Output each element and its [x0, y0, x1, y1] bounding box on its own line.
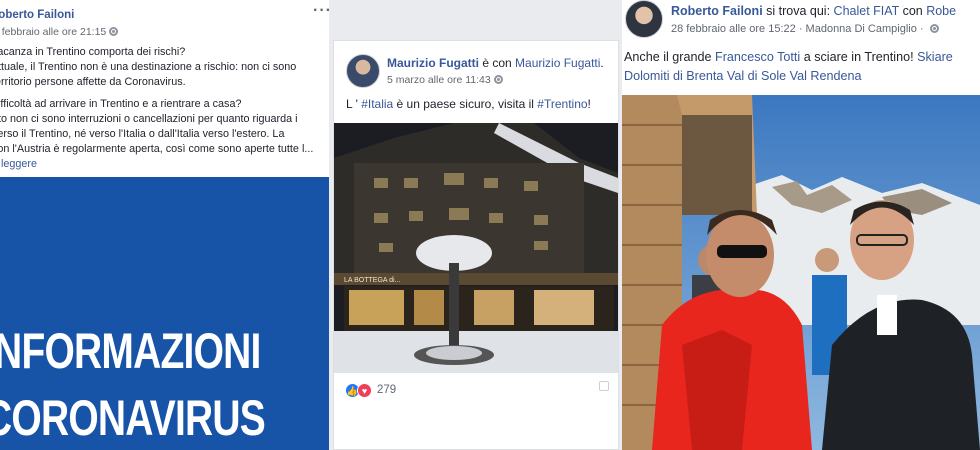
timestamp-text[interactable]: 28 febbraio alle ore 15:22	[671, 23, 796, 35]
text-line: attuale, il Trentino non è una destinazi…	[0, 61, 297, 73]
avatar[interactable]	[346, 54, 380, 88]
timestamp-text[interactable]: 6 febbraio alle ore 21:15	[0, 26, 106, 38]
post-meta: 28 febbraio alle ore 15:22 · Madonna Di …	[671, 23, 939, 35]
period: .	[600, 56, 604, 70]
night-hotel-scene: LA BOTTEGA di...	[334, 123, 618, 373]
post-maurizio-fugatti: Maurizio Fugatti è con Maurizio Fugatti.…	[333, 40, 619, 450]
tagged-user[interactable]: Robe	[926, 4, 956, 18]
banner-title-line1: INFORMAZIONI	[0, 323, 261, 379]
tag-link[interactable]: Skiare	[917, 50, 953, 64]
post-roberto-failoni-info: Roberto Failoni 6 febbraio alle ore 21:1…	[0, 0, 329, 450]
reaction-count[interactable]: 279	[377, 384, 396, 396]
expand-icon[interactable]	[599, 381, 609, 391]
hashtag-italia[interactable]: #Italia	[361, 97, 393, 111]
ski-photo-scene	[622, 95, 980, 450]
text-part: !	[587, 97, 591, 111]
location-link[interactable]: Chalet FIAT	[834, 4, 900, 18]
post-roberto-failoni-totti: Roberto Failoni si trova qui: Chalet FIA…	[622, 0, 980, 450]
with-text: con	[899, 4, 927, 18]
globe-icon	[929, 24, 939, 33]
text-part: Anche il grande	[624, 50, 716, 64]
author-name[interactable]: Roberto Failoni	[671, 4, 763, 18]
post-text: vacanza in Trentino comporta dei rischi?…	[0, 45, 322, 172]
post-photo[interactable]	[622, 95, 980, 450]
tag-links-line[interactable]: Dolomiti di Brenta Val di Sole Val Rende…	[624, 67, 953, 86]
shop-sign-text: LA BOTTEGA di...	[344, 277, 400, 284]
globe-icon	[493, 75, 503, 84]
post-header: Maurizio Fugatti è con Maurizio Fugatti.	[387, 56, 604, 70]
hashtag-trentino[interactable]: #Trentino	[537, 97, 587, 111]
post-video-still[interactable]: LA BOTTEGA di...	[334, 123, 618, 373]
timestamp-text[interactable]: 5 marzo alle ore 11:43	[387, 74, 491, 86]
see-more-link[interactable]: a leggere	[0, 157, 322, 172]
globe-icon	[109, 27, 119, 36]
post-timestamp[interactable]: 5 marzo alle ore 11:43	[387, 74, 503, 86]
post-header: Roberto Failoni si trova qui: Chalet FIA…	[671, 4, 956, 18]
text-line: vacanza in Trentino comporta dei rischi?	[0, 46, 186, 58]
with-text: è con	[479, 56, 516, 70]
text-line: con l'Austria è regolarmente aperta, cos…	[0, 143, 314, 155]
text-part: L '	[346, 97, 362, 111]
text-line: nto non ci sono interruzioni o cancellaz…	[0, 113, 298, 125]
info-banner-image[interactable]: INFORMAZIONI CORONAVIRUS	[0, 177, 329, 450]
reactions-summary[interactable]: 👍 ♥ 279	[345, 382, 396, 398]
text-line: difficoltà ad arrivare in Trentino e a r…	[0, 98, 242, 110]
banner-title-line2: CORONAVIRUS	[0, 390, 266, 446]
love-icon: ♥	[357, 382, 372, 398]
mention-link[interactable]: Francesco Totti	[715, 50, 800, 64]
post-text: Anche il grande Francesco Totti a sciare…	[624, 48, 953, 86]
text-line: verso il Trentino, né verso l'Italia o d…	[0, 128, 285, 140]
more-options-icon[interactable]: ···	[313, 2, 329, 20]
post-timestamp[interactable]: 6 febbraio alle ore 21:15	[0, 26, 119, 38]
tagged-user[interactable]: Maurizio Fugatti	[515, 56, 600, 70]
author-name[interactable]: Maurizio Fugatti	[387, 56, 479, 70]
place-text[interactable]: Madonna Di Campiglio	[806, 23, 917, 35]
text-part: è un paese sicuro, visita il	[393, 97, 538, 111]
avatar[interactable]	[625, 0, 663, 38]
author-name[interactable]: Roberto Failoni	[0, 9, 74, 21]
text-part: a sciare in Trentino!	[800, 50, 918, 64]
location-prefix: si trova qui:	[762, 4, 834, 18]
post-text: L ' #Italia è un paese sicuro, visita il…	[346, 97, 591, 111]
text-line: territorio persone affette da Coronaviru…	[0, 76, 186, 88]
